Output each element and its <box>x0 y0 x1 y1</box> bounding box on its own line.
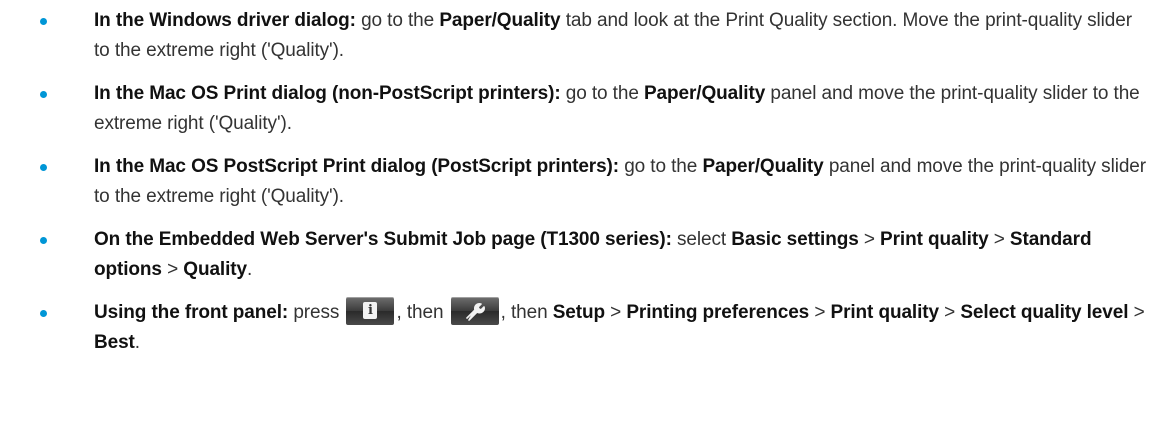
list-item-mac-postscript: In the Mac OS PostScript Print dialog (P… <box>0 152 1164 212</box>
list-item-embedded-web-server: On the Embedded Web Server's Submit Job … <box>0 225 1164 285</box>
document-page: In the Windows driver dialog: go to the … <box>0 0 1164 437</box>
item-text: go to the <box>619 156 703 177</box>
path-separator: > <box>161 259 184 280</box>
ui-term: Select quality level <box>960 302 1129 323</box>
instruction-list: In the Windows driver dialog: go to the … <box>0 6 1164 371</box>
list-item-mac-non-postscript: In the Mac OS Print dialog (non-PostScri… <box>0 79 1164 139</box>
item-text: go to the <box>355 10 440 31</box>
item-lead: In the Mac OS PostScript Print dialog (P… <box>94 156 620 177</box>
ui-term: Basic settings <box>731 229 859 250</box>
path-separator: > <box>809 302 831 323</box>
item-lead: Using the front panel: <box>94 302 289 323</box>
bullet-dot <box>40 91 47 98</box>
ui-term: Print quality <box>830 302 940 323</box>
bullet-dot <box>40 18 47 25</box>
path-separator: > <box>605 302 627 323</box>
item-lead: On the Embedded Web Server's Submit Job … <box>94 229 672 250</box>
ui-term: Quality <box>183 259 247 280</box>
ui-term: Paper/Quality <box>702 156 824 177</box>
path-separator: > <box>858 229 881 250</box>
item-lead: In the Windows driver dialog: <box>94 10 356 31</box>
item-lead: In the Mac OS Print dialog (non-PostScri… <box>94 83 561 104</box>
item-text: . <box>246 259 253 280</box>
ui-term: Paper/Quality <box>643 83 766 104</box>
path-separator: > <box>939 302 961 323</box>
item-text: select <box>671 229 732 250</box>
info-icon: i <box>346 296 395 325</box>
item-text: , then <box>500 302 553 323</box>
item-text: go to the <box>560 83 644 104</box>
item-text: . <box>134 332 140 353</box>
ui-term: Setup <box>552 302 605 323</box>
item-text: press <box>288 302 345 323</box>
bullet-dot <box>40 237 47 244</box>
ui-term: Printing preferences <box>626 302 810 323</box>
ui-term: Best <box>94 332 135 353</box>
item-text: , then <box>396 302 449 323</box>
list-item-front-panel: Using the front panel: press i, then , t… <box>0 296 1164 358</box>
bullet-dot <box>40 310 47 317</box>
list-item-windows: In the Windows driver dialog: go to the … <box>0 6 1164 66</box>
wrench-icon <box>450 296 499 325</box>
path-separator: > <box>1128 302 1145 323</box>
ui-term: Print quality <box>880 229 989 250</box>
bullet-dot <box>40 164 47 171</box>
path-separator: > <box>988 229 1010 250</box>
ui-term: Paper/Quality <box>439 10 561 31</box>
